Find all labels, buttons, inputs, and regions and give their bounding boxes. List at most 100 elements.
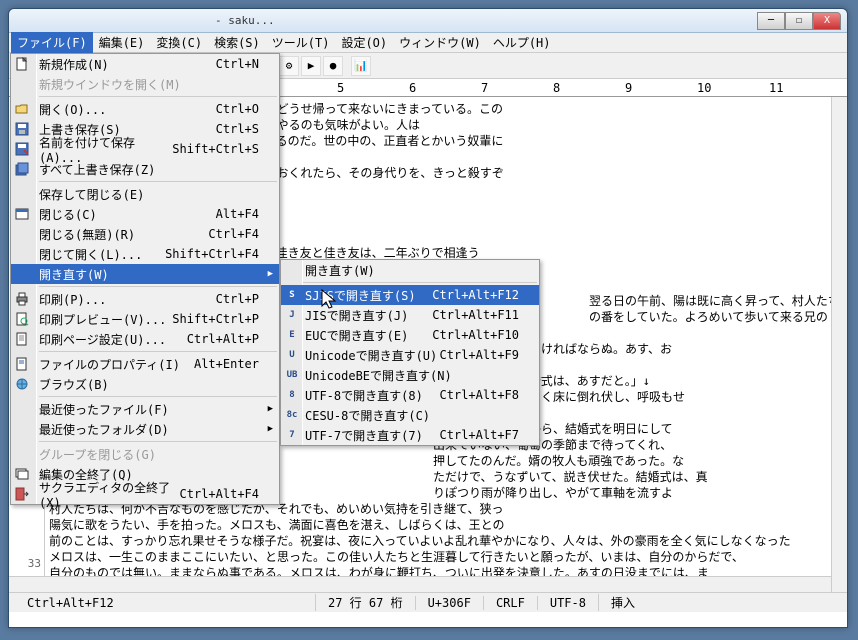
file-menu-item[interactable]: ブラウズ(B) — [11, 374, 279, 394]
browse-icon — [13, 376, 31, 392]
menu-label: 保存して閉じる(E) — [39, 186, 259, 203]
menu-2[interactable]: 変換(C) — [150, 32, 208, 53]
menu-3[interactable]: 検索(S) — [208, 32, 266, 53]
horizontal-scrollbar[interactable] — [9, 576, 831, 592]
file-menu-item[interactable]: 印刷プレビュー(V)...Shift+Ctrl+P — [11, 309, 279, 329]
shortcut: Ctrl+S — [216, 122, 259, 136]
menu-label: ファイルのプロパティ(I) — [39, 356, 194, 373]
menu-label: SJISで開き直す(S) — [305, 287, 432, 304]
encoding-prefix: E — [283, 327, 301, 343]
reopen-menu-item[interactable]: 8UTF-8で開き直す(8)Ctrl+Alt+F8 — [281, 385, 539, 405]
file-menu-item: 新規ウインドウを開く(M) — [11, 74, 279, 94]
menu-label: UnicodeBEで開き直す(N) — [305, 367, 519, 384]
reopen-menu-item[interactable]: SSJISで開き直す(S)Ctrl+Alt+F12 — [281, 285, 539, 305]
file-menu-item[interactable]: 閉じる(無題)(R)Ctrl+F4 — [11, 224, 279, 244]
menu-label: 開く(O)... — [39, 101, 216, 118]
menu-1[interactable]: 編集(E) — [93, 32, 151, 53]
menu-label: 開き直す(W) — [305, 262, 519, 279]
encoding-prefix — [283, 262, 301, 278]
menu-label: EUCで開き直す(E) — [305, 327, 432, 344]
menu-4[interactable]: ツール(T) — [266, 32, 336, 53]
file-menu-item[interactable]: 最近使ったフォルダ(D)▶ — [11, 419, 279, 439]
tool-misc-icon[interactable]: 📊 — [351, 56, 371, 76]
file-menu-item[interactable]: 新規作成(N)Ctrl+N — [11, 54, 279, 74]
blank-icon — [13, 401, 31, 417]
menu-label: Unicodeで開き直す(U) — [305, 347, 440, 364]
reopen-menu-item[interactable]: UBUnicodeBEで開き直す(N) — [281, 365, 539, 385]
reopen-menu-item[interactable]: 8cCESU-8で開き直す(C) — [281, 405, 539, 425]
encoding-prefix: UB — [283, 367, 301, 383]
status-enc: UTF-8 — [537, 596, 598, 610]
menu-label: CESU-8で開き直す(C) — [305, 407, 519, 424]
reopen-menu-item[interactable]: EEUCで開き直す(E)Ctrl+Alt+F10 — [281, 325, 539, 345]
file-menu-item[interactable]: 保存して閉じる(E) — [11, 184, 279, 204]
separator — [39, 286, 277, 287]
file-menu-item[interactable]: 開き直す(W)▶ — [11, 264, 279, 284]
file-menu-item[interactable]: 印刷(P)...Ctrl+P — [11, 289, 279, 309]
minimize-button[interactable]: ─ — [757, 12, 785, 30]
pagesetup-icon — [13, 331, 31, 347]
status-pos: 27 行 67 桁 — [315, 594, 415, 611]
file-menu-item[interactable]: 印刷ページ設定(U)...Ctrl+Alt+P — [11, 329, 279, 349]
file-menu-item[interactable]: 閉じて開く(L)...Shift+Ctrl+F4 — [11, 244, 279, 264]
file-menu-item[interactable]: サクラエディタの全終了(X)Ctrl+Alt+F4 — [11, 484, 279, 504]
reopen-menu-item[interactable]: UUnicodeで開き直す(U)Ctrl+Alt+F9 — [281, 345, 539, 365]
reopen-menu-item[interactable]: JJISで開き直す(J)Ctrl+Alt+F11 — [281, 305, 539, 325]
tool-macro-icon[interactable]: ▶ — [301, 56, 321, 76]
menu-6[interactable]: ウィンドウ(W) — [393, 32, 487, 53]
close-button[interactable]: X — [813, 12, 841, 30]
new-icon — [13, 56, 31, 72]
menu-label: 最近使ったファイル(F) — [39, 401, 259, 418]
file-menu-item[interactable]: 開く(O)...Ctrl+O — [11, 99, 279, 119]
encoding-prefix: 8c — [283, 407, 301, 423]
close-icon — [13, 206, 31, 222]
tool-rec-icon[interactable]: ● — [323, 56, 343, 76]
menu-label: サクラエディタの全終了(X) — [39, 479, 180, 510]
shortcut: Ctrl+P — [216, 292, 259, 306]
saveas-icon — [13, 141, 31, 157]
tool-config-icon[interactable]: ⚙ — [279, 56, 299, 76]
file-menu-item[interactable]: すべて上書き保存(Z) — [11, 159, 279, 179]
separator — [39, 351, 277, 352]
submenu-arrow-icon: ▶ — [268, 404, 273, 414]
shortcut: Ctrl+O — [216, 102, 259, 116]
saveall-icon — [13, 161, 31, 177]
menu-label: 閉じて開く(L)... — [39, 246, 165, 263]
menubar: ファイル(F)編集(E)変換(C)検索(S)ツール(T)設定(O)ウィンドウ(W… — [9, 33, 847, 53]
menu-label: UTF-7で開き直す(7) — [305, 427, 440, 444]
file-menu-item[interactable]: 閉じる(C)Alt+F4 — [11, 204, 279, 224]
window-buttons: ─ ☐ X — [757, 12, 841, 30]
menu-label: 最近使ったフォルダ(D) — [39, 421, 259, 438]
separator — [39, 96, 277, 97]
blank-icon — [13, 226, 31, 242]
menu-7[interactable]: ヘルプ(H) — [487, 32, 557, 53]
shortcut: Shift+Ctrl+F4 — [165, 247, 259, 261]
save-icon — [13, 121, 31, 137]
maximize-button[interactable]: ☐ — [785, 12, 813, 30]
file-menu-item[interactable]: 最近使ったファイル(F) ▶ — [11, 399, 279, 419]
ruler-mark: 9 — [625, 81, 632, 95]
menu-label: 新規作成(N) — [39, 56, 216, 73]
menu-5[interactable]: 設定(O) — [335, 32, 393, 53]
encoding-prefix: 8 — [283, 387, 301, 403]
blank-icon — [13, 186, 31, 202]
encoding-prefix: U — [283, 347, 301, 363]
blank-icon — [13, 246, 31, 262]
shortcut: Ctrl+F4 — [208, 227, 259, 241]
separator — [303, 282, 537, 283]
menu-0[interactable]: ファイル(F) — [11, 32, 93, 53]
shortcut: Alt+Enter — [194, 357, 259, 371]
reopen-menu-item[interactable]: 7UTF-7で開き直す(7)Ctrl+Alt+F7 — [281, 425, 539, 445]
file-menu-item[interactable]: 名前を付けて保存(A)...Shift+Ctrl+S — [11, 139, 279, 159]
menu-label: 閉じる(無題)(R) — [39, 226, 208, 243]
status-crlf: CRLF — [483, 596, 537, 610]
file-menu-item[interactable]: ファイルのプロパティ(I)Alt+Enter — [11, 354, 279, 374]
menu-label: JISで開き直す(J) — [305, 307, 432, 324]
encoding-prefix: S — [283, 287, 301, 303]
reopen-menu-item[interactable]: 開き直す(W) — [281, 260, 539, 280]
shortcut: Ctrl+Alt+F11 — [432, 308, 519, 322]
encoding-prefix: J — [283, 307, 301, 323]
window-title: - saku... — [15, 14, 757, 27]
menu-label: グループを閉じる(G) — [39, 446, 259, 463]
vertical-scrollbar[interactable] — [831, 97, 847, 592]
